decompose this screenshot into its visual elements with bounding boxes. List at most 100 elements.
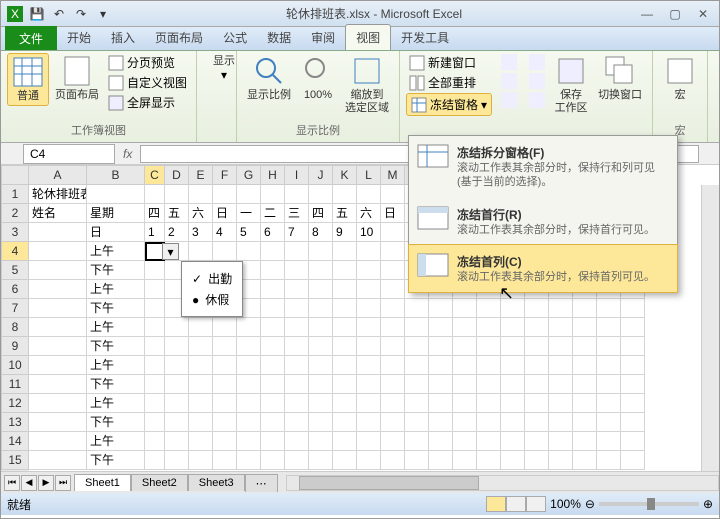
cell-S7[interactable] (525, 299, 549, 318)
cell-N8[interactable] (405, 318, 429, 337)
cell-G12[interactable] (237, 394, 261, 413)
page-layout-view-icon[interactable] (506, 496, 526, 512)
cell-B1[interactable] (87, 185, 145, 204)
cell-K15[interactable] (333, 451, 357, 470)
cell-P13[interactable] (453, 413, 477, 432)
cell-U11[interactable] (573, 375, 597, 394)
tab-formula[interactable]: 公式 (213, 25, 257, 50)
cell-T10[interactable] (549, 356, 573, 375)
cell-T9[interactable] (549, 337, 573, 356)
cell-H14[interactable] (261, 432, 285, 451)
row-header-7[interactable]: 7 (1, 299, 29, 318)
cell-P11[interactable] (453, 375, 477, 394)
select-all-corner[interactable] (1, 165, 29, 185)
cell-D15[interactable] (165, 451, 189, 470)
col-header-M[interactable]: M (381, 165, 405, 185)
cell-L7[interactable] (357, 299, 381, 318)
cell-F9[interactable] (213, 337, 237, 356)
cell-K5[interactable] (333, 261, 357, 280)
cell-S14[interactable] (525, 432, 549, 451)
cell-B7[interactable]: 下午 (87, 299, 145, 318)
cell-D13[interactable] (165, 413, 189, 432)
cell-F3[interactable]: 4 (213, 223, 237, 242)
cell-K11[interactable] (333, 375, 357, 394)
row-header-15[interactable]: 15 (1, 451, 29, 470)
cell-I5[interactable] (285, 261, 309, 280)
custom-view-button[interactable]: 自定义视图 (105, 73, 190, 92)
cell-H8[interactable] (261, 318, 285, 337)
cell-H6[interactable] (261, 280, 285, 299)
undo-icon[interactable]: ↶ (49, 4, 69, 24)
cell-E13[interactable] (189, 413, 213, 432)
cell-F4[interactable] (213, 242, 237, 261)
normal-view-button[interactable]: 普通 (7, 53, 49, 106)
cell-I6[interactable] (285, 280, 309, 299)
cell-E8[interactable] (189, 318, 213, 337)
cell-M15[interactable] (381, 451, 405, 470)
cell-T8[interactable] (549, 318, 573, 337)
cell-M6[interactable] (381, 280, 405, 299)
cell-M7[interactable] (381, 299, 405, 318)
cell-I4[interactable] (285, 242, 309, 261)
cell-C9[interactable] (145, 337, 165, 356)
col-header-G[interactable]: G (237, 165, 261, 185)
freeze-first-column-option[interactable]: 冻结首列(C)滚动工作表其余部分时，保持首列可见。 (408, 244, 678, 293)
cell-I14[interactable] (285, 432, 309, 451)
cell-C14[interactable] (145, 432, 165, 451)
unhide-button[interactable] (498, 91, 520, 109)
row-header-14[interactable]: 14 (1, 432, 29, 451)
cell-H2[interactable]: 二 (261, 204, 285, 223)
cell-O7[interactable] (429, 299, 453, 318)
cell-F2[interactable]: 日 (213, 204, 237, 223)
cell-L6[interactable] (357, 280, 381, 299)
cell-G15[interactable] (237, 451, 261, 470)
cell-I3[interactable]: 7 (285, 223, 309, 242)
cell-B9[interactable]: 下午 (87, 337, 145, 356)
cell-A1[interactable]: 轮休排班表 (29, 185, 87, 204)
cell-R11[interactable] (501, 375, 525, 394)
cell-B13[interactable]: 下午 (87, 413, 145, 432)
cell-L5[interactable] (357, 261, 381, 280)
cell-I12[interactable] (285, 394, 309, 413)
tab-view[interactable]: 视图 (345, 24, 391, 50)
cell-K13[interactable] (333, 413, 357, 432)
cell-B15[interactable]: 下午 (87, 451, 145, 470)
cell-V15[interactable] (597, 451, 621, 470)
cell-M11[interactable] (381, 375, 405, 394)
cell-O15[interactable] (429, 451, 453, 470)
cell-E14[interactable] (189, 432, 213, 451)
cell-U10[interactable] (573, 356, 597, 375)
cell-B5[interactable]: 下午 (87, 261, 145, 280)
cell-L4[interactable] (357, 242, 381, 261)
close-icon[interactable]: ✕ (691, 5, 715, 23)
zoom-out-button[interactable]: ⊖ (585, 497, 595, 511)
cell-G14[interactable] (237, 432, 261, 451)
cell-D3[interactable]: 2 (165, 223, 189, 242)
cell-T12[interactable] (549, 394, 573, 413)
row-header-4[interactable]: 4 (1, 242, 29, 261)
cell-I7[interactable] (285, 299, 309, 318)
cell-J3[interactable]: 8 (309, 223, 333, 242)
zoom-thumb[interactable] (647, 498, 655, 510)
minimize-icon[interactable]: — (635, 5, 659, 23)
cell-E11[interactable] (189, 375, 213, 394)
cell-E4[interactable] (189, 242, 213, 261)
cell-C1[interactable] (145, 185, 165, 204)
row-header-11[interactable]: 11 (1, 375, 29, 394)
cell-H10[interactable] (261, 356, 285, 375)
col-header-A[interactable]: A (29, 165, 87, 185)
side-by-side-button[interactable] (526, 53, 548, 71)
cell-N7[interactable] (405, 299, 429, 318)
tab-nav-next[interactable]: ▶ (38, 475, 54, 491)
col-header-F[interactable]: F (213, 165, 237, 185)
cell-F8[interactable] (213, 318, 237, 337)
cell-B6[interactable]: 上午 (87, 280, 145, 299)
cell-S9[interactable] (525, 337, 549, 356)
hide-button[interactable] (498, 72, 520, 90)
cell-V9[interactable] (597, 337, 621, 356)
cell-O10[interactable] (429, 356, 453, 375)
cell-Q9[interactable] (477, 337, 501, 356)
cell-S10[interactable] (525, 356, 549, 375)
switch-windows-button[interactable]: 切换窗口 (594, 53, 646, 104)
cell-W14[interactable] (621, 432, 645, 451)
